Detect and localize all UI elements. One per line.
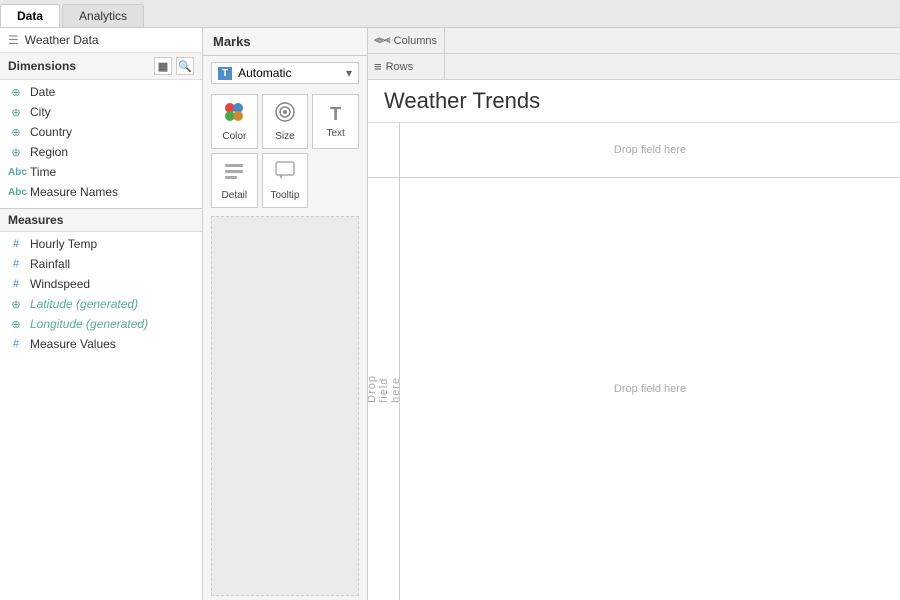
columns-label: Columns [394, 35, 437, 47]
columns-shelf-content[interactable] [444, 28, 894, 53]
dimensions-search-button[interactable]: 🔍 [176, 57, 194, 75]
dimensions-header: Dimensions ▦ 🔍 [0, 53, 202, 80]
field-region-label: Region [30, 145, 68, 159]
tooltip-icon [274, 160, 296, 187]
hash-icon: # [8, 258, 24, 270]
left-panel: ☰ Weather Data Dimensions ▦ 🔍 ⊕ Date ⊕ C… [0, 28, 203, 600]
hash-icon: # [8, 338, 24, 350]
viz-body: Dropfieldhere Drop field here Drop field… [368, 123, 900, 600]
viz-title[interactable]: Weather Trends [368, 80, 900, 123]
dimensions-field-list: ⊕ Date ⊕ City ⊕ Country ⊕ Region Abc Tim… [0, 80, 202, 204]
field-rainfall[interactable]: # Rainfall [0, 254, 202, 274]
datasource-icon: ☰ [8, 33, 19, 47]
measures-label: Measures [8, 213, 63, 227]
marks-type-icon: T [218, 67, 232, 80]
columns-shelf[interactable]: ⫷⫸⫷ Columns [368, 28, 900, 54]
tooltip-label: Tooltip [271, 190, 300, 201]
marks-type-label: Automatic [238, 66, 291, 80]
field-date-label: Date [30, 85, 55, 99]
abc-icon: Abc [8, 167, 24, 178]
globe-icon: ⊕ [8, 86, 24, 99]
rows-shelf-icon: ≡ [374, 59, 382, 74]
viz-main: Drop field here Drop field here [400, 123, 900, 600]
marks-type-dropdown[interactable]: T Automatic ▾ [211, 62, 359, 84]
field-time-label: Time [30, 165, 56, 179]
field-city-label: City [30, 105, 51, 119]
color-icon [223, 101, 245, 128]
field-measure-names[interactable]: Abc Measure Names [0, 182, 202, 202]
columns-shelf-icon: ⫷⫸⫷ [374, 34, 390, 47]
field-hourly-temp[interactable]: # Hourly Temp [0, 234, 202, 254]
marks-panel: Marks T Automatic ▾ Color [203, 28, 368, 600]
col-header: Drop field here [400, 123, 900, 178]
marks-header: Marks [203, 28, 367, 56]
measures-header: Measures [0, 209, 202, 232]
field-measure-values-label: Measure Values [30, 337, 116, 351]
dimensions-label: Dimensions [8, 59, 76, 73]
field-hourly-temp-label: Hourly Temp [30, 237, 97, 251]
tab-analytics[interactable]: Analytics [62, 4, 144, 27]
datasource-label: Weather Data [25, 33, 99, 47]
rows-shelf-label: ≡ Rows [374, 59, 444, 74]
field-measure-values[interactable]: # Measure Values [0, 334, 202, 354]
abc-icon: Abc [8, 187, 24, 198]
globe-icon: ⊕ [8, 126, 24, 139]
marks-size-button[interactable]: Size [262, 94, 309, 149]
field-region[interactable]: ⊕ Region [0, 142, 202, 162]
marks-drop-zone [211, 216, 359, 596]
marks-text-button[interactable]: T Text [312, 94, 359, 149]
field-latitude-label: Latitude (generated) [30, 297, 138, 311]
datasource-row[interactable]: ☰ Weather Data [0, 28, 202, 53]
field-latitude[interactable]: ⊕ Latitude (generated) [0, 294, 202, 314]
marks-color-button[interactable]: Color [211, 94, 258, 149]
size-label: Size [275, 131, 294, 142]
globe-icon: ⊕ [8, 298, 24, 311]
marks-buttons-grid: Color Size T Text [203, 90, 367, 212]
marks-dropdown-arrow: ▾ [346, 66, 352, 80]
detail-label: Detail [222, 190, 248, 201]
rows-label: Rows [386, 61, 414, 73]
field-rainfall-label: Rainfall [30, 257, 70, 271]
dimensions-grid-button[interactable]: ▦ [154, 57, 172, 75]
field-date[interactable]: ⊕ Date [0, 82, 202, 102]
field-time[interactable]: Abc Time [0, 162, 202, 182]
detail-icon [223, 160, 245, 187]
field-country[interactable]: ⊕ Country [0, 122, 202, 142]
rows-shelf[interactable]: ≡ Rows [368, 54, 900, 80]
globe-icon: ⊕ [8, 106, 24, 119]
rows-shelf-content[interactable] [444, 54, 894, 79]
viz-inner: Weather Trends Dropfieldhere Drop field … [368, 80, 900, 600]
field-windspeed-label: Windspeed [30, 277, 90, 291]
field-longitude[interactable]: ⊕ Longitude (generated) [0, 314, 202, 334]
field-longitude-label: Longitude (generated) [30, 317, 148, 331]
row-header-bottom: Dropfieldhere [368, 178, 399, 600]
viz-canvas[interactable]: Drop field here [400, 178, 900, 600]
drop-field-left[interactable]: Dropfieldhere [368, 375, 402, 403]
marks-detail-button[interactable]: Detail [211, 153, 258, 208]
columns-shelf-label: ⫷⫸⫷ Columns [374, 34, 444, 47]
hash-icon: # [8, 278, 24, 290]
marks-tooltip-button[interactable]: Tooltip [262, 153, 309, 208]
hash-icon: # [8, 238, 24, 250]
field-measure-names-label: Measure Names [30, 185, 118, 199]
field-country-label: Country [30, 125, 72, 139]
field-city[interactable]: ⊕ City [0, 102, 202, 122]
measures-field-list: # Hourly Temp # Rainfall # Windspeed ⊕ L… [0, 232, 202, 356]
globe-icon: ⊕ [8, 318, 24, 331]
canvas-area: ⫷⫸⫷ Columns ≡ Rows Weather Trends Dropfi… [368, 28, 900, 600]
measures-section: Measures # Hourly Temp # Rainfall # Wind… [0, 208, 202, 356]
tab-data[interactable]: Data [0, 4, 60, 27]
row-header: Dropfieldhere [368, 123, 400, 600]
row-header-top [368, 123, 399, 178]
drop-field-center[interactable]: Drop field here [614, 383, 686, 395]
text-label: Text [326, 128, 344, 139]
color-label: Color [222, 131, 246, 142]
globe-icon: ⊕ [8, 146, 24, 159]
size-icon [274, 101, 296, 128]
text-mark-icon: T [330, 104, 341, 125]
drop-field-top[interactable]: Drop field here [614, 144, 686, 156]
field-windspeed[interactable]: # Windspeed [0, 274, 202, 294]
